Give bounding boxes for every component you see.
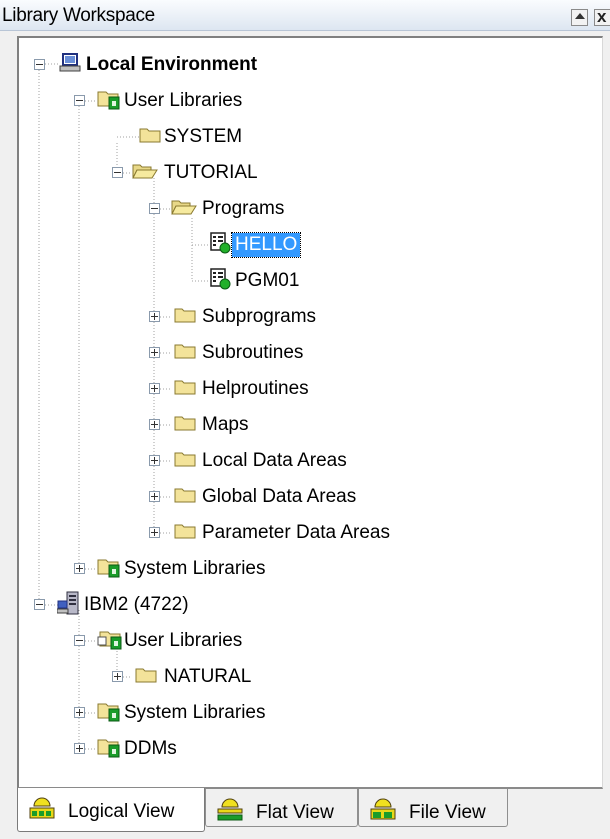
logical-view-icon — [29, 797, 55, 819]
tree-label: TUTORIAL — [164, 162, 258, 183]
flat-view-icon — [217, 798, 243, 821]
tree-label: Local Data Areas — [202, 450, 347, 471]
expand-icon[interactable] — [149, 383, 160, 394]
expand-icon[interactable] — [149, 419, 160, 430]
program-icon — [210, 268, 231, 290]
folder-icon — [174, 380, 196, 395]
library-folder-icon — [97, 631, 122, 650]
tree-label: Parameter Data Areas — [202, 522, 390, 543]
window-title: Library Workspace — [2, 5, 155, 26]
tree-label: Local Environment — [86, 54, 258, 75]
tree-label: PGM01 — [235, 270, 300, 291]
server-icon — [57, 591, 79, 615]
tree-label: DDMs — [124, 738, 177, 759]
expand-icon[interactable] — [112, 671, 123, 682]
file-view-icon — [370, 798, 396, 820]
collapse-icon[interactable] — [112, 167, 123, 178]
expand-icon[interactable] — [149, 491, 160, 502]
program-icon — [210, 232, 231, 254]
expand-icon[interactable] — [149, 455, 160, 466]
folder-icon — [174, 344, 196, 359]
tree-label: System Libraries — [124, 558, 266, 579]
tree-label: NATURAL — [164, 666, 252, 687]
ddm-folder-icon — [97, 739, 120, 758]
tree-label: Subroutines — [202, 342, 304, 363]
tree-label: Helproutines — [202, 378, 309, 399]
tree-label: Subprograms — [202, 306, 317, 327]
tree-label: Maps — [202, 414, 249, 435]
expand-icon[interactable] — [149, 311, 160, 322]
collapse-icon[interactable] — [34, 59, 45, 70]
folder-icon — [174, 416, 196, 431]
folder-icon — [174, 524, 196, 539]
expand-icon[interactable] — [74, 563, 85, 574]
tree-label: HELLO — [230, 232, 302, 258]
tab-label: Flat View — [256, 802, 334, 823]
collapse-icon[interactable] — [74, 635, 85, 646]
view-tabs: Logical View Flat View File View — [0, 788, 610, 839]
expand-icon[interactable] — [149, 527, 160, 538]
tab-label: Logical View — [68, 801, 175, 822]
collapse-icon[interactable] — [34, 599, 45, 610]
tree-connector-lines — [38, 63, 209, 750]
open-folder-icon — [171, 200, 197, 215]
library-folder-icon — [97, 91, 120, 110]
collapse-icon[interactable] — [149, 203, 160, 214]
minimize-button[interactable] — [571, 9, 588, 26]
folder-icon — [174, 308, 196, 323]
computer-icon — [59, 53, 81, 72]
expand-icon[interactable] — [149, 347, 160, 358]
folder-icon — [139, 128, 161, 143]
close-button[interactable]: x — [594, 7, 610, 26]
tree-label: System Libraries — [124, 702, 266, 723]
library-folder-icon — [97, 703, 120, 722]
folder-icon — [174, 452, 196, 467]
folder-icon — [174, 488, 196, 503]
title-bar: Library Workspace x — [0, 0, 610, 31]
tab-flat-view[interactable]: Flat View — [205, 789, 358, 827]
tree-label: User Libraries — [124, 90, 243, 111]
tree-label: Programs — [202, 198, 285, 219]
tab-label: File View — [409, 802, 486, 823]
library-folder-icon — [97, 559, 120, 578]
tree-label: IBM2 (4722) — [84, 594, 189, 615]
folder-icon — [135, 668, 157, 683]
expand-icon[interactable] — [74, 707, 85, 718]
tree-label: User Libraries — [124, 630, 243, 651]
library-tree-panel[interactable]: Local Environment User Libraries SYSTEM … — [17, 36, 603, 789]
tab-file-view[interactable]: File View — [358, 789, 508, 827]
tab-logical-view[interactable]: Logical View — [17, 788, 205, 832]
tree-label: Global Data Areas — [202, 486, 357, 507]
expand-icon[interactable] — [74, 743, 85, 754]
close-icon: x — [597, 7, 607, 26]
tree-label: SYSTEM — [164, 126, 243, 147]
collapse-icon[interactable] — [74, 95, 85, 106]
open-folder-icon — [132, 164, 158, 179]
